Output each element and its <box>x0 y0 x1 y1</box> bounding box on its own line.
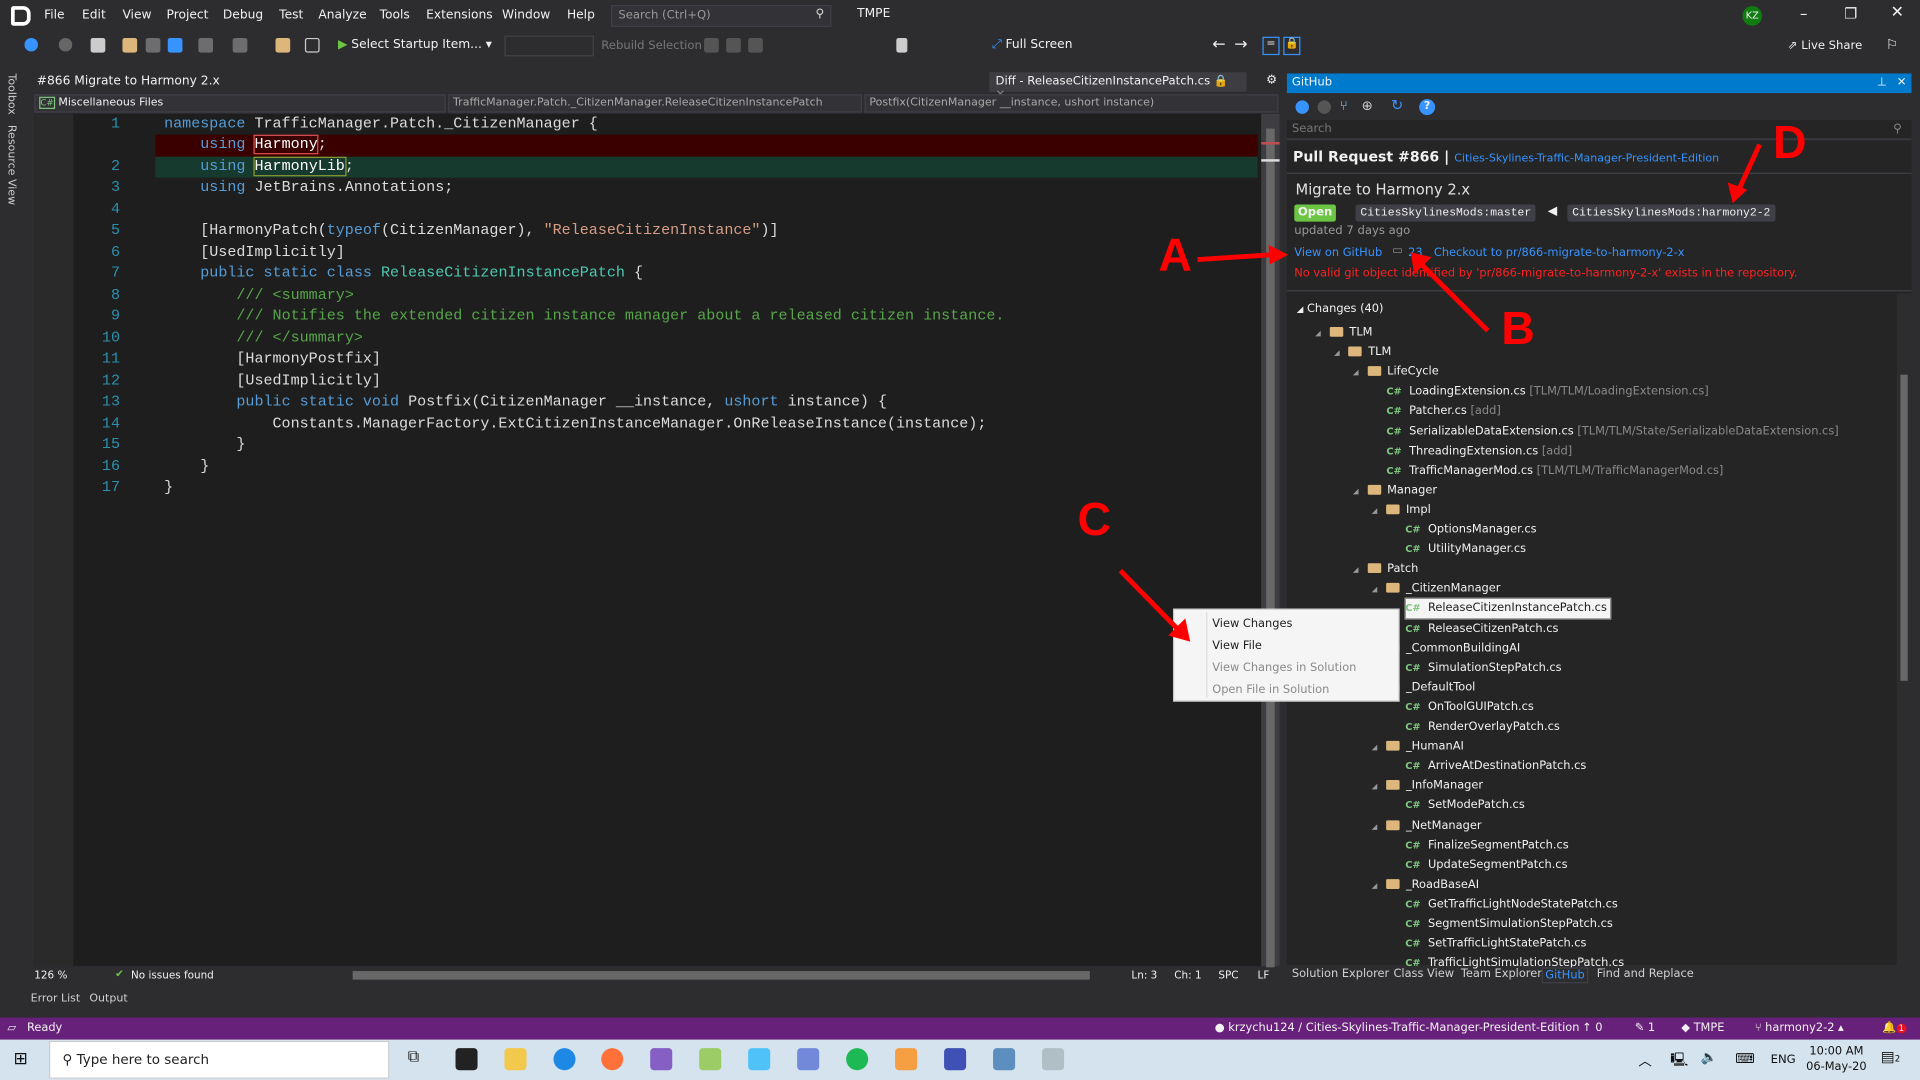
annotation-c: C <box>1077 494 1112 547</box>
menu-extensions[interactable]: Extensions <box>426 9 493 22</box>
panel-tab[interactable]: Team Explorer <box>1461 967 1542 980</box>
annotation-b: B <box>1501 303 1535 356</box>
arrow-d <box>1736 143 1762 191</box>
annotation-d: D <box>1773 117 1807 169</box>
arrowhead-d <box>1727 182 1748 204</box>
menu-edit[interactable]: Edit <box>82 9 106 22</box>
menu-tools[interactable]: Tools <box>380 9 410 22</box>
arrow-c <box>1118 568 1180 632</box>
menu-test[interactable]: Test <box>279 9 303 22</box>
menu-help[interactable]: Help <box>567 9 595 22</box>
panel-tab[interactable]: Find and Replace <box>1597 967 1694 980</box>
panel-tab[interactable]: Solution Explorer <box>1292 967 1389 980</box>
visual-studio-window: Search (Ctrl+Q) ⚲ TMPE KZ – ❐ ✕ ▶ Select … <box>0 0 1920 1080</box>
annotation-arrows <box>1118 143 1762 642</box>
arrow-b <box>1418 261 1490 333</box>
menu-window[interactable]: Window <box>502 9 550 22</box>
annotation-a: A <box>1158 230 1192 282</box>
menu-project[interactable]: Project <box>167 9 209 22</box>
menu-debug[interactable]: Debug <box>223 9 263 22</box>
arrow-a <box>1197 252 1274 263</box>
menu-analyze[interactable]: Analyze <box>318 9 366 22</box>
panel-tab[interactable]: Class View <box>1393 967 1454 980</box>
menu-file[interactable]: File <box>44 9 64 22</box>
panel-tab[interactable]: GitHub <box>1541 967 1589 984</box>
arrowhead-a <box>1268 244 1289 265</box>
menu-view[interactable]: View <box>122 9 151 22</box>
